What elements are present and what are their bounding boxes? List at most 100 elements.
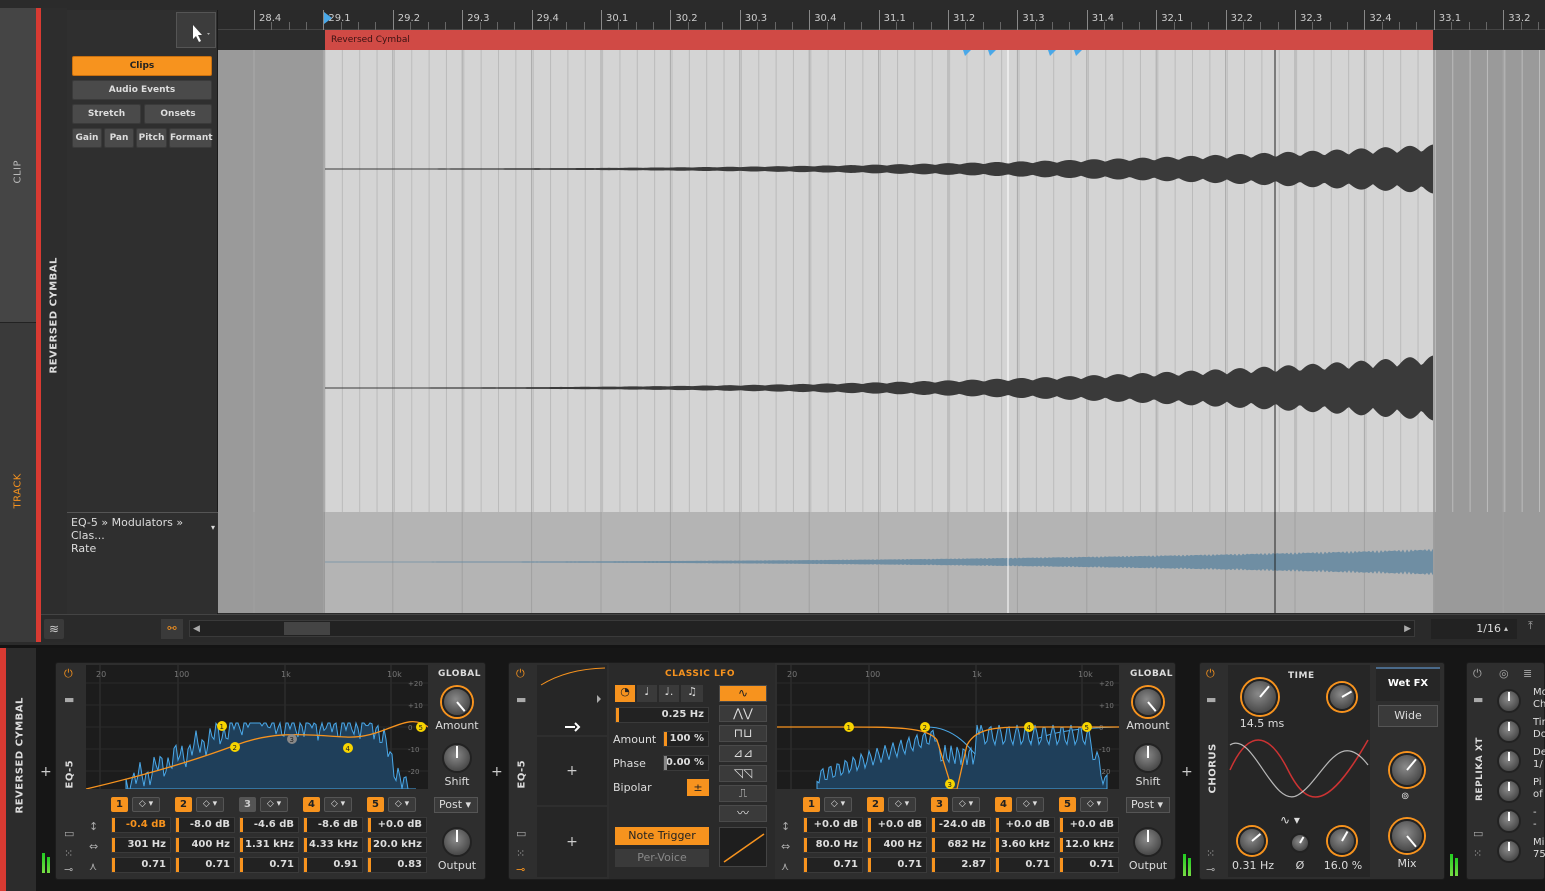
per-voice-button[interactable]: Per-Voice <box>615 849 709 867</box>
audio-events-button[interactable]: Audio Events <box>72 80 212 100</box>
horizontal-scrollbar[interactable]: ◀ ▶ <box>189 620 1415 637</box>
add-device-icon[interactable]: + <box>1181 764 1193 780</box>
lfo-shape-display[interactable] <box>719 827 767 867</box>
band-5-q-field[interactable]: 0.71 <box>1059 857 1119 873</box>
band-5-type-dropdown[interactable]: ◇ ▾ <box>388 797 416 812</box>
folder-icon[interactable]: ▬ <box>64 693 74 706</box>
band-handle[interactable]: 2 <box>233 744 237 752</box>
pan-button[interactable]: Pan <box>104 128 134 148</box>
sine-wave-icon[interactable]: ∿ <box>719 685 767 702</box>
add-device-icon[interactable]: + <box>491 764 503 780</box>
lfo-rate-field[interactable]: 0.25 Hz <box>615 707 709 723</box>
band-3-gain-field[interactable]: -24.0 dB <box>931 817 991 833</box>
band-handle[interactable]: 5 <box>1085 724 1089 732</box>
automation-link-icon[interactable]: ⚯ <box>161 619 183 639</box>
saw-down-wave-icon[interactable]: ◹◹ <box>719 765 767 782</box>
band-1-type-dropdown[interactable]: ◇ ▾ <box>132 797 160 812</box>
band-4-gain-field[interactable]: -8.6 dB <box>303 817 363 833</box>
gain-button[interactable]: Gain <box>72 128 102 148</box>
replika-knob[interactable] <box>1497 719 1521 743</box>
chorus-waveform-icon[interactable]: ∿ ▾ <box>1280 813 1300 827</box>
menu-icon[interactable]: ≣ <box>1523 667 1532 680</box>
band-3-type-dropdown[interactable]: ◇ ▾ <box>952 797 980 812</box>
band-1-gain-field[interactable]: -0.4 dB <box>111 817 171 833</box>
band-2-toggle[interactable]: 2 <box>175 797 192 812</box>
band-1-type-dropdown[interactable]: ◇ ▾ <box>824 797 852 812</box>
band-1-toggle[interactable]: 1 <box>111 797 128 812</box>
replika-knob[interactable] <box>1497 779 1521 803</box>
window-icon[interactable]: ▭ <box>516 827 526 840</box>
eq1-amount-knob[interactable] <box>442 687 472 717</box>
chorus-wide-knob[interactable] <box>1390 753 1424 787</box>
window-icon[interactable]: ▭ <box>1473 827 1483 840</box>
add-device-icon[interactable]: + <box>40 764 52 780</box>
band-handle[interactable]: 1 <box>220 723 224 731</box>
triplet-icon[interactable]: ♫ <box>681 685 703 702</box>
band-5-toggle[interactable]: 5 <box>1059 797 1076 812</box>
automation-header[interactable]: EQ-5 » Modulators » Clas... Rate ▾ <box>67 512 218 613</box>
band-1-gain-field[interactable]: +0.0 dB <box>803 817 863 833</box>
band-handle[interactable]: 1 <box>847 724 851 732</box>
band-1-toggle[interactable]: 1 <box>803 797 820 812</box>
band-4-q-field[interactable]: 0.71 <box>995 857 1055 873</box>
saw-up-wave-icon[interactable]: ⊿⊿ <box>719 745 767 762</box>
band-5-toggle[interactable]: 5 <box>367 797 384 812</box>
replika-knob[interactable] <box>1497 749 1521 773</box>
lfo-bipolar-toggle[interactable]: ± <box>687 779 709 796</box>
band-handle[interactable]: 4 <box>1027 724 1032 732</box>
band-1-q-field[interactable]: 0.71 <box>803 857 863 873</box>
band-5-gain-field[interactable]: +0.0 dB <box>367 817 427 833</box>
band-5-q-field[interactable]: 0.83 <box>367 857 427 873</box>
replika-knob[interactable] <box>1497 689 1521 713</box>
pitch-button[interactable]: Pitch <box>136 128 167 148</box>
circle-icon[interactable]: ◎ <box>1499 667 1509 680</box>
waveform-area[interactable] <box>218 50 1545 512</box>
band-3-freq-field[interactable]: 682 Hz <box>931 837 991 853</box>
band-4-type-dropdown[interactable]: ◇ ▾ <box>1016 797 1044 812</box>
band-4-gain-field[interactable]: +0.0 dB <box>995 817 1055 833</box>
modulator-slot-lfo[interactable] <box>537 665 607 735</box>
wide-button[interactable]: Wide <box>1378 705 1438 727</box>
layers-icon[interactable]: ≋ <box>44 619 64 639</box>
chorus-depth-knob[interactable] <box>1328 827 1356 855</box>
window-icon[interactable]: ▭ <box>64 827 74 840</box>
power-icon[interactable]: ⏻ <box>1206 667 1215 681</box>
stretch-button[interactable]: Stretch <box>72 104 141 124</box>
dotted-note-icon[interactable]: ♩. <box>659 685 679 702</box>
eq2-output-knob[interactable] <box>1133 827 1163 857</box>
modulator-icon[interactable]: ⊸ <box>516 863 525 876</box>
power-icon[interactable]: ⏻ <box>516 667 525 681</box>
scroll-right-icon[interactable]: ▶ <box>1404 624 1411 634</box>
band-2-gain-field[interactable]: -8.0 dB <box>175 817 235 833</box>
grid-icon[interactable]: ⁙ <box>1206 847 1215 860</box>
tab-track[interactable]: TRACK <box>0 323 36 642</box>
band-4-type-dropdown[interactable]: ◇ ▾ <box>324 797 352 812</box>
wet-fx-button[interactable]: Wet FX <box>1376 667 1440 701</box>
band-5-freq-field[interactable]: 12.0 kHz <box>1059 837 1119 853</box>
modulator-icon[interactable]: ⊸ <box>1206 863 1215 876</box>
lfo-amount-field[interactable]: 100 % <box>663 731 709 747</box>
eq1-output-knob[interactable] <box>442 827 472 857</box>
expand-icon[interactable]: ⤒ <box>1528 619 1542 639</box>
band-4-freq-field[interactable]: 3.60 kHz <box>995 837 1055 853</box>
playhead-marker-icon[interactable] <box>324 12 332 24</box>
band-3-q-field[interactable]: 2.87 <box>931 857 991 873</box>
power-icon[interactable]: ⏻ <box>1473 667 1482 681</box>
eq1-graph[interactable]: 20 100 1k 10k +20 +10 0 -10 -20 1 2 3 4 5 <box>86 665 428 789</box>
note-icon[interactable]: ♩ <box>637 685 657 702</box>
folder-icon[interactable]: ▬ <box>1206 693 1216 706</box>
band-2-type-dropdown[interactable]: ◇ ▾ <box>196 797 224 812</box>
onsets-button[interactable]: Onsets <box>144 104 212 124</box>
chorus-mix-knob[interactable] <box>1390 819 1424 853</box>
clip-header[interactable]: Reversed Cymbal <box>325 30 1433 50</box>
automation-lane[interactable] <box>218 512 1545 613</box>
band-5-freq-field[interactable]: 20.0 kHz <box>367 837 427 853</box>
band-3-freq-field[interactable]: 1.31 kHz <box>239 837 299 853</box>
band-handle[interactable]: 3 <box>948 781 952 789</box>
chorus-rate-knob[interactable] <box>1238 827 1266 855</box>
eq1-post-dropdown[interactable]: Post ▾ <box>434 797 478 813</box>
formant-button[interactable]: Formant <box>169 128 213 148</box>
band-handle[interactable]: 2 <box>923 724 927 732</box>
power-icon[interactable]: ⏻ <box>64 667 73 681</box>
scroll-left-icon[interactable]: ◀ <box>190 624 200 634</box>
